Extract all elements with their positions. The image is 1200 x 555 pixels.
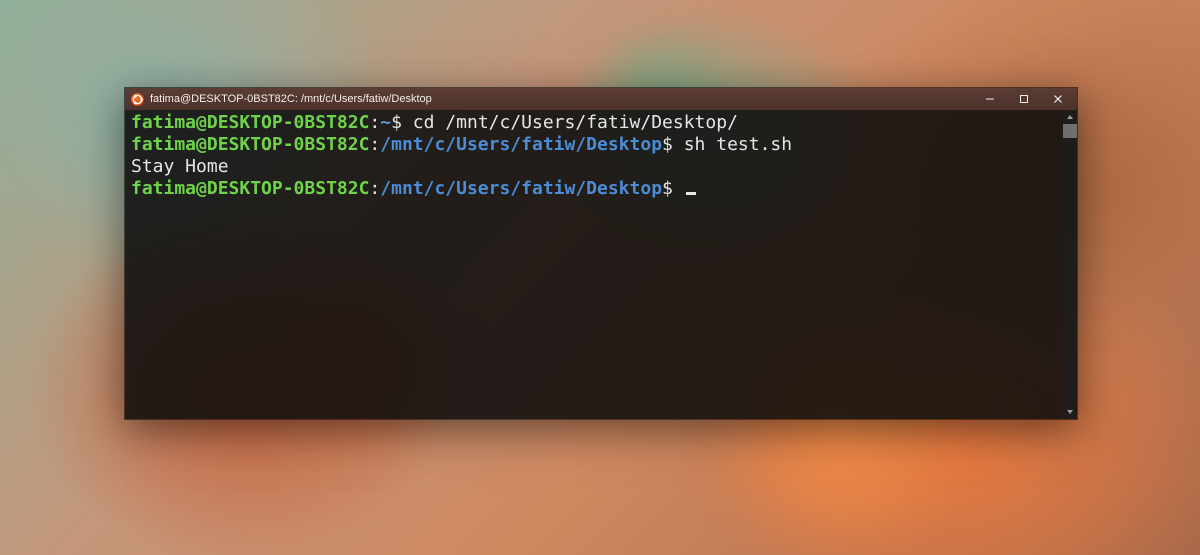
prompt-separator: : [369, 134, 380, 155]
minimize-icon [985, 94, 995, 104]
scrollbar-track[interactable] [1063, 110, 1077, 419]
chevron-down-icon [1066, 408, 1074, 416]
maximize-button[interactable] [1007, 88, 1041, 110]
terminal-body[interactable]: fatima@DESKTOP-0BST82C:~$ cd /mnt/c/User… [125, 110, 1077, 419]
desktop-background: fatima@DESKTOP-0BST82C: /mnt/c/Users/fat… [0, 0, 1200, 555]
minimize-button[interactable] [973, 88, 1007, 110]
prompt-dollar: $ [662, 134, 684, 155]
command-text: sh test.sh [684, 134, 792, 155]
maximize-icon [1019, 94, 1029, 104]
window-title: fatima@DESKTOP-0BST82C: /mnt/c/Users/fat… [150, 93, 973, 105]
prompt-separator: : [369, 112, 380, 133]
terminal-line: fatima@DESKTOP-0BST82C:/mnt/c/Users/fati… [131, 178, 1071, 200]
scroll-down-button[interactable] [1063, 405, 1077, 419]
prompt-user-host: fatima@DESKTOP-0BST82C [131, 112, 369, 133]
terminal-window: fatima@DESKTOP-0BST82C: /mnt/c/Users/fat… [124, 87, 1078, 420]
chevron-up-icon [1066, 113, 1074, 121]
prompt-dollar: $ [391, 112, 413, 133]
prompt-dollar: $ [662, 178, 684, 199]
scroll-up-button[interactable] [1063, 110, 1077, 124]
window-titlebar[interactable]: fatima@DESKTOP-0BST82C: /mnt/c/Users/fat… [125, 88, 1077, 110]
prompt-path: /mnt/c/Users/fatiw/Desktop [380, 178, 662, 199]
terminal-line: Stay Home [131, 156, 1071, 178]
prompt-path: /mnt/c/Users/fatiw/Desktop [380, 134, 662, 155]
scrollbar-thumb[interactable] [1063, 124, 1077, 138]
cursor-icon [686, 192, 696, 195]
window-controls [973, 88, 1075, 110]
close-button[interactable] [1041, 88, 1075, 110]
prompt-separator: : [369, 178, 380, 199]
prompt-path: ~ [380, 112, 391, 133]
terminal-line: fatima@DESKTOP-0BST82C:~$ cd /mnt/c/User… [131, 112, 1071, 134]
prompt-user-host: fatima@DESKTOP-0BST82C [131, 134, 369, 155]
prompt-user-host: fatima@DESKTOP-0BST82C [131, 178, 369, 199]
command-output: Stay Home [131, 156, 229, 177]
terminal-line: fatima@DESKTOP-0BST82C:/mnt/c/Users/fati… [131, 134, 1071, 156]
close-icon [1053, 94, 1063, 104]
command-text: cd /mnt/c/Users/fatiw/Desktop/ [413, 112, 738, 133]
ubuntu-icon [131, 93, 144, 106]
